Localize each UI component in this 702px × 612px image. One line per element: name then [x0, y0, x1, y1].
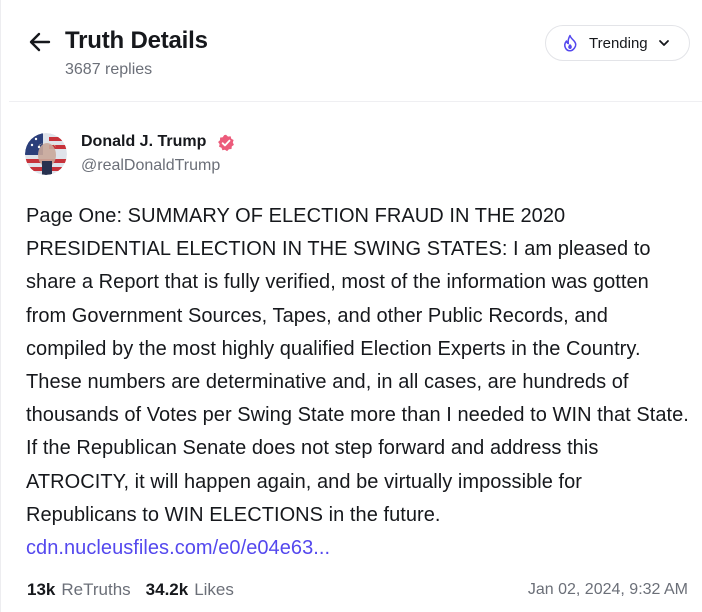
arrow-left-icon — [29, 32, 51, 52]
likes-count: 34.2k — [145, 580, 189, 599]
chevron-down-icon — [658, 37, 670, 49]
header-divider — [9, 101, 702, 102]
author-handle[interactable]: @realDonaldTrump — [81, 157, 220, 175]
retruths-stat[interactable]: 13k ReTruths — [27, 580, 131, 600]
back-button[interactable] — [25, 28, 55, 56]
author-name[interactable]: Donald J. Trump — [81, 133, 206, 151]
verified-badge-icon — [217, 134, 235, 152]
post-timestamp: Jan 02, 2024, 9:32 AM — [527, 581, 688, 598]
sort-label: Trending — [589, 34, 648, 52]
likes-label: Likes — [194, 580, 234, 599]
flame-icon — [561, 34, 579, 52]
post-stats: 13k ReTruths 34.2k Likes — [27, 580, 234, 600]
retruths-label: ReTruths — [61, 580, 131, 599]
truth-details-page: Truth Details 3687 replies Trending Dona… — [0, 0, 702, 612]
post-text: Page One: SUMMARY OF ELECTION FRAUD IN T… — [26, 200, 691, 565]
page-header: Truth Details 3687 replies Trending — [1, 0, 702, 100]
sort-dropdown[interactable]: Trending — [545, 25, 690, 61]
avatar[interactable] — [25, 133, 67, 175]
post-text-content: Page One: SUMMARY OF ELECTION FRAUD IN T… — [26, 205, 689, 526]
page-title: Truth Details — [65, 27, 208, 54]
post-link[interactable]: cdn.nucleusfiles.com/e0/e04e63... — [26, 537, 330, 559]
likes-stat[interactable]: 34.2k Likes — [146, 580, 234, 600]
reply-count: 3687 replies — [65, 61, 153, 78]
retruths-count: 13k — [27, 580, 56, 599]
